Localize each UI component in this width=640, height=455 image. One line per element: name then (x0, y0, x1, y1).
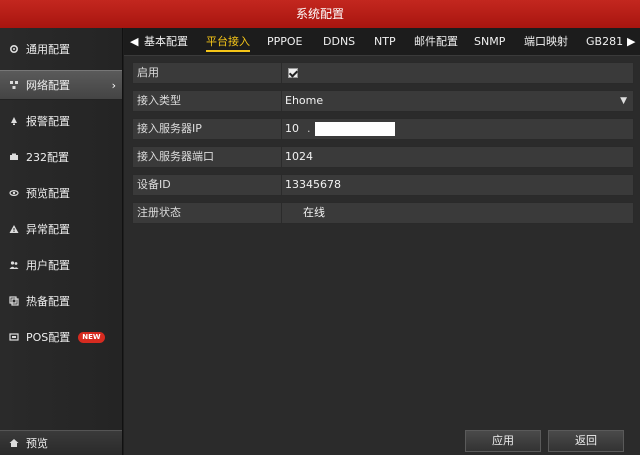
preview-button-label: 预览 (26, 437, 48, 450)
tab-basic[interactable]: 基本配置 (144, 28, 188, 56)
alarm-icon (9, 116, 19, 126)
redacted-mask (315, 122, 395, 136)
access-type-select[interactable]: Ehome (285, 91, 323, 111)
tab-pppoe[interactable]: PPPOE (267, 28, 303, 56)
home-icon (9, 438, 19, 448)
tab-platform-access[interactable]: 平台接入 (206, 28, 250, 56)
new-badge: NEW (78, 331, 105, 343)
sidebar-item-preview-config[interactable]: 预览配置 (0, 178, 122, 208)
ip-separator: . (307, 122, 311, 135)
tab-next-arrow-icon[interactable]: ▶ (627, 28, 635, 56)
form-row-registration-status: 注册状态 在线 (132, 202, 634, 224)
server-port-input[interactable]: 1024 (285, 147, 313, 167)
tab-email[interactable]: 邮件配置 (414, 28, 458, 56)
sidebar-item-hot-backup[interactable]: 热备配置 (0, 286, 122, 316)
registration-status-label: 注册状态 (137, 206, 181, 219)
sidebar-item-network[interactable]: 网络配置 › (0, 70, 122, 100)
sidebar-item-label: 通用配置 (26, 43, 70, 56)
sidebar-item-serial[interactable]: 232配置 (0, 142, 122, 172)
sidebar-item-label: 网络配置 (26, 79, 70, 92)
network-icon (9, 80, 19, 90)
sidebar-item-pos[interactable]: POS配置 NEW (0, 322, 122, 352)
tab-gb28181[interactable]: GB281 (586, 28, 623, 56)
users-icon (9, 260, 19, 270)
warning-icon (9, 224, 19, 234)
gear-icon (9, 44, 19, 54)
tab-prev-arrow-icon[interactable]: ◀ (130, 28, 138, 56)
serial-icon (9, 152, 19, 162)
sidebar: 通用配置 网络配置 › 报警配置 232配置 预览配置 异常配置 用户配置 热备… (0, 28, 123, 455)
sidebar-item-label: POS配置 (26, 331, 71, 344)
sidebar-item-general[interactable]: 通用配置 (0, 34, 122, 64)
sidebar-item-users[interactable]: 用户配置 (0, 250, 122, 280)
form-row-access-type: 接入类型 Ehome ▼ (132, 90, 634, 112)
tab-bar: ◀ 基本配置 平台接入 PPPOE DDNS NTP 邮件配置 SNMP 端口映… (124, 28, 640, 56)
tab-port-mapping[interactable]: 端口映射 (524, 28, 568, 56)
sidebar-item-alarm[interactable]: 报警配置 (0, 106, 122, 136)
sidebar-item-label: 报警配置 (26, 115, 70, 128)
window-title-bar: 系统配置 (0, 0, 640, 28)
preview-button[interactable]: 预览 (0, 430, 122, 455)
device-id-input[interactable]: 13345678 (285, 175, 341, 195)
enable-checkbox[interactable] (288, 68, 298, 78)
chevron-down-icon[interactable]: ▼ (620, 91, 627, 111)
tab-snmp[interactable]: SNMP (474, 28, 505, 56)
sidebar-item-label: 用户配置 (26, 259, 70, 272)
form-row-server-port: 接入服务器端口 1024 (132, 146, 634, 168)
main-panel: ◀ 基本配置 平台接入 PPPOE DDNS NTP 邮件配置 SNMP 端口映… (124, 28, 640, 455)
apply-button[interactable]: 应用 (465, 430, 541, 452)
sidebar-item-label: 232配置 (26, 151, 69, 164)
pos-icon (9, 332, 19, 342)
backup-icon (9, 296, 19, 306)
server-ip-input[interactable]: 10 (285, 119, 299, 139)
window-title: 系统配置 (295, 7, 344, 21)
form-row-enable: 启用 (132, 62, 634, 84)
form-row-device-id: 设备ID 13345678 (132, 174, 634, 196)
sidebar-item-label: 异常配置 (26, 223, 70, 236)
tab-ddns[interactable]: DDNS (323, 28, 355, 56)
sidebar-item-exception[interactable]: 异常配置 (0, 214, 122, 244)
sidebar-item-label: 预览配置 (26, 187, 70, 200)
eye-icon (9, 188, 19, 198)
registration-status-value: 在线 (303, 206, 325, 219)
tab-ntp[interactable]: NTP (374, 28, 396, 56)
back-button[interactable]: 返回 (548, 430, 624, 452)
form-row-server-ip: 接入服务器IP 10 . (132, 118, 634, 140)
enable-label: 启用 (137, 66, 159, 79)
sidebar-item-label: 热备配置 (26, 295, 70, 308)
chevron-right-icon: › (111, 79, 116, 92)
server-port-label: 接入服务器端口 (137, 150, 214, 163)
device-id-label: 设备ID (137, 178, 171, 191)
access-type-label: 接入类型 (137, 94, 181, 107)
server-ip-label: 接入服务器IP (137, 122, 202, 135)
